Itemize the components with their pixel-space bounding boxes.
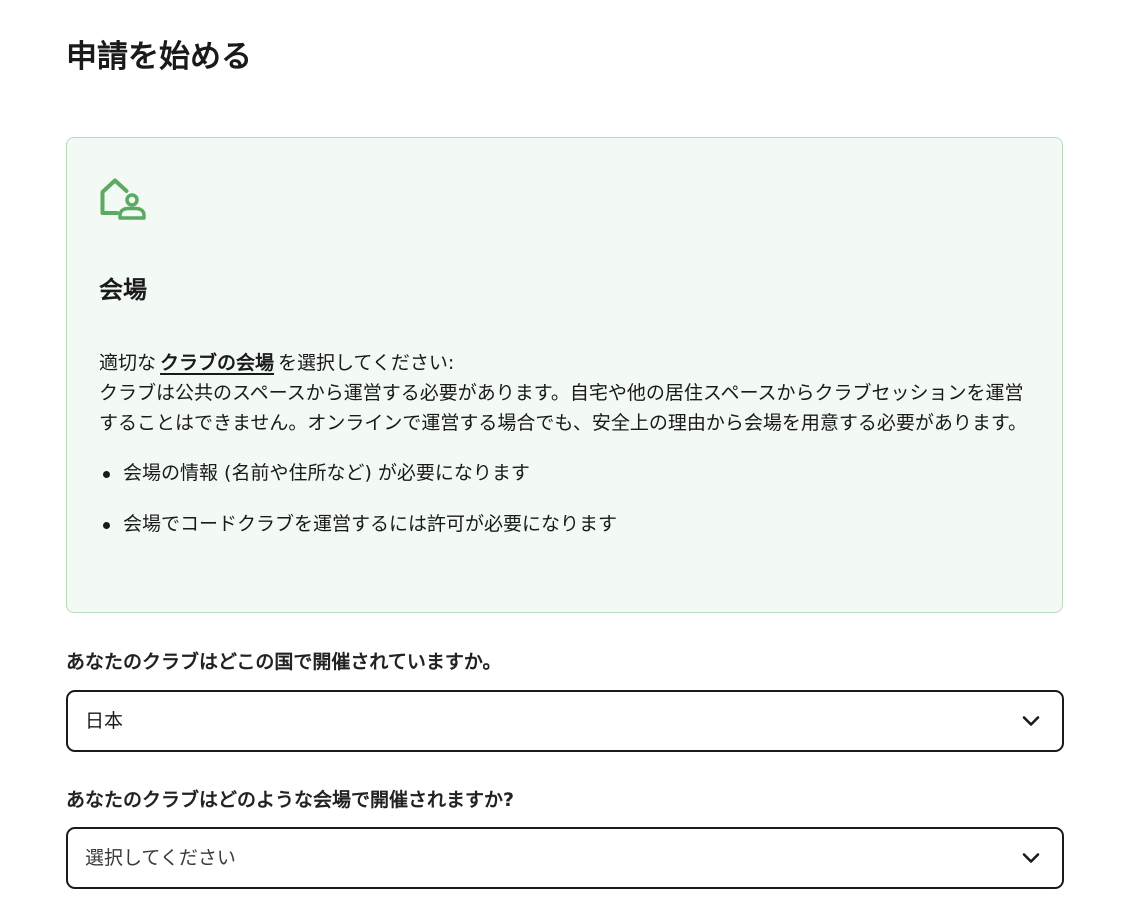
venue-requirements-list: 会場の情報 (名前や住所など) が必要になります 会場でコードクラブを運営するに…: [99, 458, 1034, 539]
country-field-label: あなたのクラブはどこの国で開催されていますか。: [66, 651, 502, 673]
chevron-down-icon: [1022, 850, 1040, 864]
list-item: 会場の情報 (名前や住所など) が必要になります: [103, 458, 1034, 488]
venue-requirement-text: クラブは公共のスペースから運営する必要があります。自宅や他の居住スペースからクラ…: [99, 382, 1027, 434]
country-select[interactable]: 日本: [66, 690, 1064, 752]
venue-intro-prefix: 適切な: [99, 352, 157, 374]
chevron-down-icon: [1022, 713, 1040, 727]
venue-description: 適切な クラブの会場 を選択してください: クラブは公共のスペースから運営する必要が…: [99, 348, 1034, 560]
country-select-value: 日本: [85, 710, 124, 732]
venue-intro: 適切な クラブの会場 を選択してください:: [99, 348, 1034, 378]
venue-intro-suffix: を選択してください:: [278, 352, 455, 374]
venue-type-select[interactable]: 選択してください: [66, 827, 1064, 889]
venue-heading: 会場: [99, 276, 147, 304]
venue-info-card: 会場 適切な クラブの会場 を選択してください: クラブは公共のスペースから運営する…: [66, 137, 1063, 613]
house-person-icon: [99, 176, 151, 224]
venue-type-field-label: あなたのクラブはどのような会場で開催されますか?: [66, 789, 515, 811]
list-item: 会場でコードクラブを運営するには許可が必要になります: [103, 509, 1034, 539]
club-venue-link[interactable]: クラブの会場: [160, 352, 274, 374]
page-title: 申請を始める: [66, 39, 252, 75]
venue-type-select-placeholder: 選択してください: [85, 847, 236, 869]
